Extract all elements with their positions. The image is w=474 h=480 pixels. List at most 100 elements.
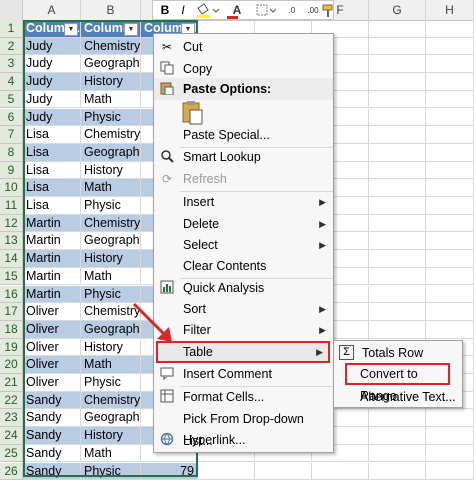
select-all-corner[interactable]	[0, 0, 23, 20]
menu-item-insert-comment[interactable]: Insert Comment	[154, 363, 333, 385]
menu-item-pick-from-list[interactable]: Pick From Drop-down List...	[154, 408, 333, 448]
grid-cell[interactable]	[369, 197, 426, 215]
submenu-item-totals-row[interactable]: Σ Totals Row	[334, 342, 462, 364]
row-header-10[interactable]: 10	[0, 179, 23, 197]
grid-cell[interactable]	[198, 462, 255, 480]
grid-cell[interactable]	[369, 232, 426, 251]
grid-cell[interactable]	[369, 250, 426, 268]
menu-item-table[interactable]: Table ▶	[156, 341, 330, 363]
grid-cell[interactable]	[369, 73, 426, 91]
row-header-23[interactable]: 23	[0, 409, 23, 428]
row-header-16[interactable]: 16	[0, 285, 23, 304]
bold-button[interactable]: B	[157, 2, 173, 19]
grid-cell[interactable]	[369, 179, 426, 197]
grid-cell[interactable]	[426, 55, 474, 74]
row-header-12[interactable]: 12	[0, 214, 23, 233]
row-header-19[interactable]: 19	[0, 338, 23, 357]
grid-cell[interactable]	[426, 462, 474, 480]
grid-cell[interactable]	[426, 250, 474, 268]
grid-cell[interactable]	[255, 462, 312, 480]
grid-cell[interactable]	[369, 55, 426, 74]
menu-item-cut[interactable]: ✂ Cut	[154, 36, 333, 58]
decrease-decimal-button[interactable]: .00	[303, 2, 323, 19]
submenu-item-convert-to-range[interactable]: Convert to Range	[345, 363, 450, 403]
grid-cell[interactable]	[369, 90, 426, 109]
italic-button[interactable]: I	[175, 2, 191, 19]
grid-cell[interactable]	[369, 444, 426, 463]
row-header-14[interactable]: 14	[0, 250, 23, 268]
increase-decimal-button[interactable]: .0	[281, 2, 303, 19]
menu-item-quick-analysis[interactable]: Quick Analysis	[154, 277, 333, 299]
grid-cell[interactable]	[426, 90, 474, 109]
paste-option-button[interactable]	[180, 100, 206, 126]
grid-cell[interactable]	[369, 214, 426, 233]
row-header-21[interactable]: 21	[0, 374, 23, 392]
grid-cell[interactable]	[426, 320, 474, 339]
row-header-9[interactable]: 9	[0, 161, 23, 180]
row-header-25[interactable]: 25	[0, 444, 23, 463]
menu-item-smart-lookup[interactable]: Smart Lookup	[154, 146, 333, 168]
menu-item-paste-special[interactable]: Paste Special...	[154, 124, 333, 146]
row-header-15[interactable]: 15	[0, 267, 23, 286]
row-header-7[interactable]: 7	[0, 126, 23, 144]
grid-cell[interactable]	[426, 179, 474, 197]
grid-cell[interactable]	[369, 267, 426, 286]
grid-cell[interactable]	[369, 462, 426, 480]
grid-cell[interactable]	[426, 197, 474, 215]
grid-cell[interactable]	[426, 409, 474, 428]
borders-button[interactable]	[254, 2, 278, 19]
row-header-4[interactable]: 4	[0, 73, 23, 91]
grid-cell[interactable]	[426, 20, 474, 38]
menu-item-clear-contents[interactable]: Clear Contents	[154, 255, 333, 277]
row-header-18[interactable]: 18	[0, 320, 23, 339]
menu-item-insert[interactable]: Insert ▶	[154, 191, 333, 213]
menu-item-copy[interactable]: Copy	[154, 58, 333, 80]
row-header-26[interactable]: 26	[0, 462, 23, 480]
grid-cell[interactable]	[369, 37, 426, 56]
menu-item-format-cells[interactable]: Format Cells...	[154, 386, 333, 408]
grid-cell[interactable]	[312, 462, 369, 480]
grid-cell[interactable]	[369, 285, 426, 304]
grid-cell[interactable]	[426, 303, 474, 321]
row-header-13[interactable]: 13	[0, 232, 23, 251]
font-color-button[interactable]: A	[223, 2, 251, 19]
column-header-b[interactable]: B	[81, 0, 141, 20]
column-header-g[interactable]: G	[369, 0, 426, 20]
grid-cell[interactable]	[426, 444, 474, 463]
grid-cell[interactable]	[426, 161, 474, 180]
grid-cell[interactable]	[426, 37, 474, 56]
fill-color-button[interactable]	[193, 2, 221, 19]
menu-item-hyperlink[interactable]: Hyperlink...	[154, 429, 333, 451]
grid-cell[interactable]	[426, 267, 474, 286]
grid-cell[interactable]	[426, 214, 474, 233]
row-header-20[interactable]: 20	[0, 356, 23, 374]
menu-item-select[interactable]: Select ▶	[154, 234, 333, 256]
row-header-11[interactable]: 11	[0, 197, 23, 215]
menu-item-delete[interactable]: Delete ▶	[154, 213, 333, 235]
grid-cell[interactable]	[426, 143, 474, 162]
grid-cell[interactable]	[426, 126, 474, 144]
row-header-17[interactable]: 17	[0, 303, 23, 321]
grid-cell[interactable]	[369, 303, 426, 321]
grid-cell[interactable]	[426, 73, 474, 91]
grid-cell[interactable]	[369, 126, 426, 144]
grid-cell[interactable]	[426, 427, 474, 445]
menu-item-filter[interactable]: Filter ▶	[154, 319, 333, 341]
column-header-h[interactable]: H	[426, 0, 474, 20]
row-header-24[interactable]: 24	[0, 427, 23, 445]
grid-cell[interactable]	[426, 108, 474, 127]
row-header-2[interactable]: 2	[0, 37, 23, 56]
grid-cell[interactable]	[369, 161, 426, 180]
row-header-3[interactable]: 3	[0, 55, 23, 74]
row-header-5[interactable]: 5	[0, 90, 23, 109]
row-header-8[interactable]: 8	[0, 143, 23, 162]
column-header-a[interactable]: A	[23, 0, 81, 20]
row-header-22[interactable]: 22	[0, 391, 23, 410]
row-header-6[interactable]: 6	[0, 108, 23, 127]
menu-item-sort[interactable]: Sort ▶	[154, 298, 333, 320]
grid-cell[interactable]	[369, 409, 426, 428]
format-painter-button[interactable]	[321, 2, 335, 19]
submenu-item-alternative-text[interactable]: Alternative Text...	[334, 386, 462, 408]
grid-cell[interactable]	[369, 320, 426, 339]
grid-cell[interactable]	[426, 232, 474, 251]
